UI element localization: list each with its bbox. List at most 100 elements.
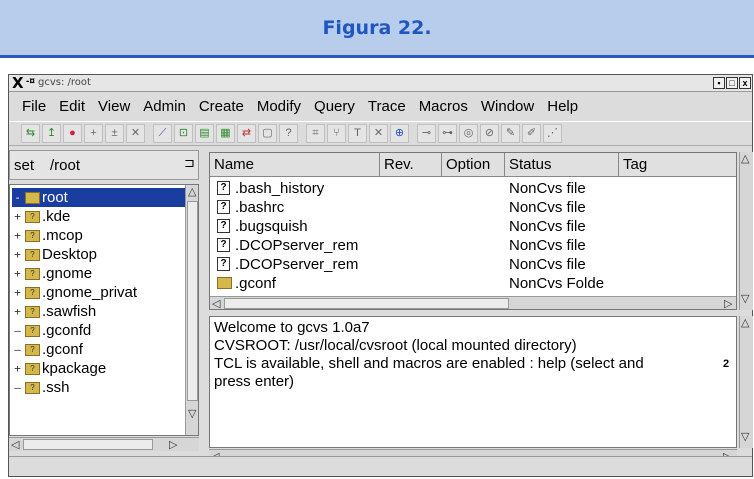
unwatch-icon[interactable]: ⊘	[480, 124, 499, 143]
text-icon[interactable]: T	[348, 124, 367, 143]
macro-icon[interactable]: ⋰	[543, 124, 562, 143]
file-list-vertical-scrollbar[interactable]: △ ▽	[739, 152, 753, 310]
maximize-button[interactable]: □	[726, 77, 738, 89]
expand-icon[interactable]: +	[12, 286, 23, 299]
unlock-icon[interactable]: ⊶	[438, 124, 457, 143]
scrollbar-thumb[interactable]	[224, 298, 509, 309]
menu-query[interactable]: Query	[314, 98, 355, 115]
expand-icon[interactable]: +	[12, 362, 23, 375]
window-menu-icon[interactable]: -¤	[26, 76, 35, 87]
tree-item-label: kpackage	[42, 360, 107, 377]
watchers-icon[interactable]: ✐	[522, 124, 541, 143]
file-row[interactable]: ? .DCOPserver_rem NonCvs file	[210, 255, 736, 274]
scroll-right-icon[interactable]: ▷	[724, 297, 732, 309]
tree-item[interactable]: + ? .mcop	[12, 226, 83, 245]
minimize-button[interactable]: ▪	[713, 77, 725, 89]
scroll-left-icon[interactable]: ◁	[212, 297, 220, 309]
expand-icon[interactable]: +	[12, 210, 23, 223]
remove-icon[interactable]: ✕	[126, 124, 145, 143]
file-row[interactable]: ? .bashrc NonCvs file	[210, 198, 736, 217]
scroll-up-icon[interactable]: △	[188, 185, 196, 198]
directory-tree[interactable]: - root + ? .kde + ? .mcop + ? Desktop +	[9, 184, 199, 436]
release-icon[interactable]: ✕	[369, 124, 388, 143]
column-header-tag[interactable]: Tag	[619, 153, 736, 177]
collapse-icon[interactable]: -	[12, 191, 23, 204]
column-header-status[interactable]: Status	[505, 153, 619, 177]
tag-icon[interactable]: ⌗	[306, 124, 325, 143]
menu-trace[interactable]: Trace	[368, 98, 406, 115]
watch-icon[interactable]: ◎	[459, 124, 478, 143]
editors-icon[interactable]: ✎	[501, 124, 520, 143]
menu-edit[interactable]: Edit	[59, 98, 85, 115]
tree-item[interactable]: + ? .gnome	[12, 264, 92, 283]
folder-icon: ?	[25, 248, 40, 261]
set-selector[interactable]: set /root ⊐	[9, 150, 199, 180]
stop-icon[interactable]: ●	[63, 124, 82, 143]
expand-icon[interactable]: +	[12, 248, 23, 261]
file-row[interactable]: ? .bash_history NonCvs file	[210, 179, 736, 198]
close-button[interactable]: x	[739, 77, 751, 89]
tree-horizontal-scrollbar[interactable]: ◁ ▷	[9, 437, 199, 451]
console-vertical-scrollbar[interactable]: △ ▽	[739, 316, 753, 448]
scroll-left-icon[interactable]: ◁	[11, 438, 19, 451]
menu-create[interactable]: Create	[199, 98, 244, 115]
menu-file[interactable]: File	[22, 98, 46, 115]
file-row[interactable]: ? .DCOPserver_rem NonCvs file	[210, 236, 736, 255]
expand-icon[interactable]: +	[12, 305, 23, 318]
console-line: TCL is available, shell and macros are e…	[214, 355, 644, 372]
scrollbar-thumb[interactable]	[23, 439, 153, 450]
add-icon[interactable]: +	[84, 124, 103, 143]
column-header-option[interactable]: Option	[442, 153, 505, 177]
expand-icon[interactable]: +	[12, 267, 23, 280]
merge-icon[interactable]: ⊕	[390, 124, 409, 143]
tree-item[interactable]: — ? .ssh	[12, 378, 69, 397]
menu-admin[interactable]: Admin	[143, 98, 186, 115]
graph-icon[interactable]: ⟋	[153, 124, 172, 143]
tree-item[interactable]: - root	[12, 188, 187, 207]
lock-icon[interactable]: ⊸	[417, 124, 436, 143]
menu-view[interactable]: View	[98, 98, 130, 115]
tree-vertical-scrollbar[interactable]: △ ▽	[185, 185, 198, 435]
tree-item[interactable]: + ? .kde	[12, 207, 70, 226]
file-name: .bash_history	[235, 180, 325, 197]
scroll-up-icon[interactable]: △	[741, 152, 749, 165]
scroll-down-icon[interactable]: ▽	[741, 430, 749, 443]
dropdown-icon[interactable]: ⊐	[184, 155, 195, 171]
window-titlebar[interactable]: X -¤ gcvs: /root ▪ □ x	[9, 74, 752, 92]
tree-item[interactable]: + ? kpackage	[12, 359, 106, 378]
scroll-right-icon[interactable]: ▷	[169, 438, 177, 451]
branch-icon[interactable]: ⑂	[327, 124, 346, 143]
diff-icon[interactable]: ▤	[195, 124, 214, 143]
add-binary-icon[interactable]: ±	[105, 124, 124, 143]
help-icon[interactable]: ?	[279, 124, 298, 143]
menu-window[interactable]: Window	[481, 98, 534, 115]
edit-icon[interactable]: ▢	[258, 124, 277, 143]
update-icon[interactable]: ↥	[42, 124, 61, 143]
menu-modify[interactable]: Modify	[257, 98, 301, 115]
scroll-down-icon[interactable]: ▽	[741, 292, 749, 305]
file-list[interactable]: Name Rev. Option Status Tag ? .bash_hist…	[209, 152, 737, 310]
file-row[interactable]: ? .bugsquish NonCvs file	[210, 217, 736, 236]
column-header-name[interactable]: Name	[210, 153, 380, 177]
menu-help[interactable]: Help	[547, 98, 578, 115]
tree-item[interactable]: + ? Desktop	[12, 245, 97, 264]
expand-icon[interactable]: +	[12, 229, 23, 242]
commit-icon[interactable]: ⊡	[174, 124, 193, 143]
scroll-up-icon[interactable]: △	[741, 316, 749, 329]
scroll-down-icon[interactable]: ▽	[188, 407, 196, 420]
scrollbar-thumb[interactable]	[187, 201, 198, 401]
tree-item[interactable]: + ? .sawfish	[12, 302, 96, 321]
tree-item[interactable]: — ? .gconfd	[12, 321, 91, 340]
checkout-icon[interactable]: ⇆	[21, 124, 40, 143]
x-logo-icon[interactable]: X	[12, 74, 24, 92]
status-icon[interactable]: ⇄	[237, 124, 256, 143]
tree-item[interactable]: — ? .gconf	[12, 340, 83, 359]
log-icon[interactable]: ▦	[216, 124, 235, 143]
tree-item[interactable]: + ? .gnome_privat	[12, 283, 137, 302]
file-name: .gconf	[235, 275, 276, 292]
file-list-horizontal-scrollbar[interactable]: ◁ ▷	[210, 296, 736, 309]
column-header-rev[interactable]: Rev.	[380, 153, 442, 177]
file-row[interactable]: .gconf NonCvs Folde	[210, 274, 736, 293]
console-output[interactable]: Welcome to gcvs 1.0a7 CVSROOT: /usr/loca…	[209, 316, 737, 448]
menu-macros[interactable]: Macros	[419, 98, 468, 115]
